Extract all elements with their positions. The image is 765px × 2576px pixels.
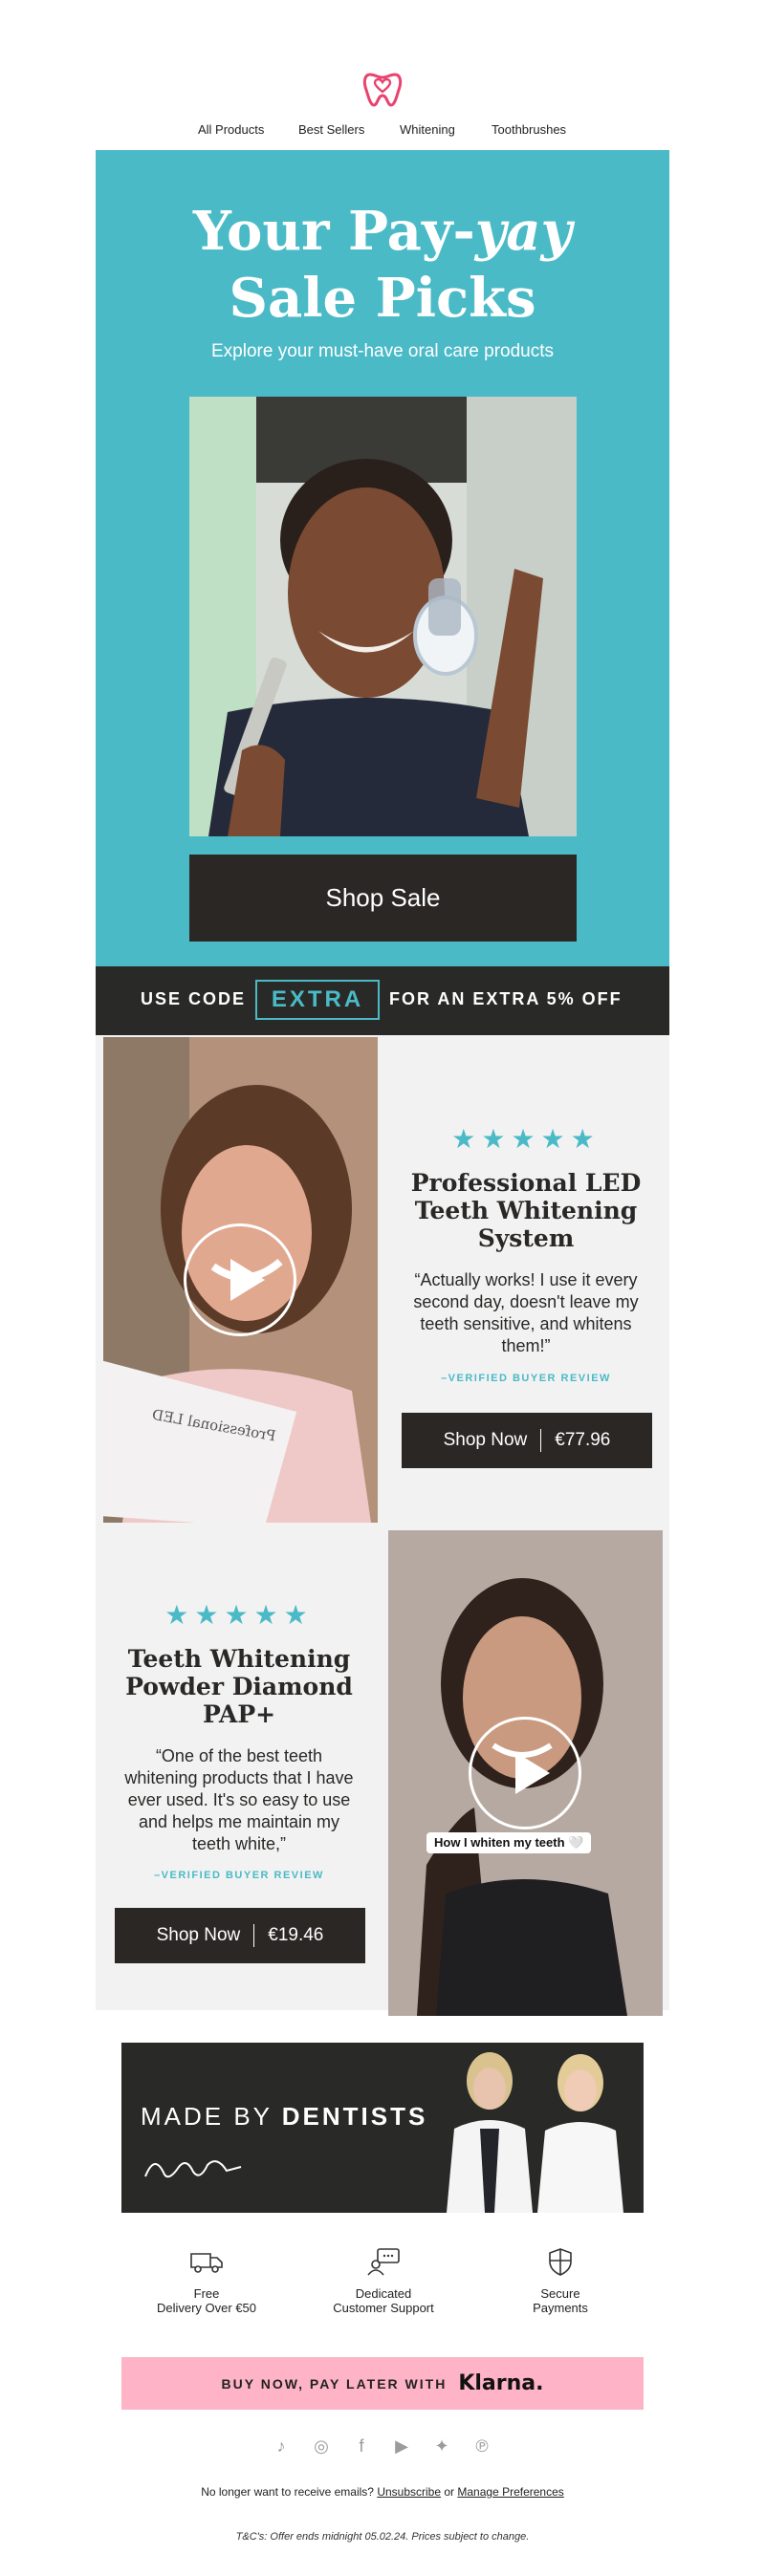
hero-section: Your Pay-yay Sale Picks Explore your mus…: [96, 150, 669, 966]
unsubscribe-link[interactable]: Unsubscribe: [377, 2485, 441, 2499]
unsub-or: or: [444, 2485, 455, 2499]
verified-label: –VERIFIED BUYER REVIEW: [441, 1373, 611, 1384]
product-video-thumbnail[interactable]: Professional LED: [103, 1037, 378, 1523]
brand-logo-icon[interactable]: [361, 67, 404, 111]
price: €19.46: [268, 1925, 324, 1945]
promo-code-bar: USE CODE EXTRA FOR AN EXTRA 5% OFF: [96, 966, 669, 1035]
truck-icon: [190, 2253, 223, 2273]
feature-line2: Delivery Over €50: [156, 2301, 257, 2315]
signature-icon: [144, 2160, 242, 2178]
features-row: Free Delivery Over €50 Dedicated Custome…: [0, 2246, 765, 2323]
verified-label: –VERIFIED BUYER REVIEW: [154, 1870, 324, 1881]
klarna-text: BUY NOW, PAY LATER WITH: [221, 2375, 448, 2392]
facebook-icon[interactable]: f: [351, 2435, 372, 2457]
dentists-photo: [447, 2052, 623, 2213]
rating-stars: ★★★★★: [164, 1600, 314, 1630]
youtube-icon[interactable]: ▶: [391, 2435, 412, 2457]
made-by-dentists-banner[interactable]: MADE BY DENTISTS: [121, 2043, 644, 2213]
feature-line2: Payments: [533, 2301, 588, 2315]
twitter-icon[interactable]: ✦: [431, 2435, 452, 2457]
feature-secure-payments: Secure Payments: [474, 2246, 646, 2315]
product-title[interactable]: Teeth Whitening Powder Diamond PAP+: [115, 1645, 363, 1728]
unsubscribe-line: No longer want to receive emails? Unsubs…: [0, 2485, 765, 2499]
shop-now-label: Shop Now: [156, 1925, 241, 1945]
shield-icon: [549, 2248, 572, 2276]
hero-title-line2: Sale Picks: [229, 267, 536, 330]
hero-photo-illustration: [189, 397, 577, 836]
unsub-prefix: No longer want to receive emails?: [201, 2485, 374, 2499]
manage-preferences-link[interactable]: Manage Preferences: [457, 2485, 563, 2499]
play-icon[interactable]: [184, 1223, 296, 1336]
price: €77.96: [555, 1430, 611, 1450]
video-caption: How I whiten my teeth 🤍: [426, 1832, 592, 1853]
social-links: ♪ ◎ f ▶ ✦ ℗: [0, 2435, 765, 2458]
main-nav: All Products Best Sellers Whitening Toot…: [0, 119, 765, 141]
terms-text: T&C's: Offer ends midnight 05.02.24. Pri…: [235, 2531, 530, 2543]
klarna-logo: Klarna.: [458, 2371, 544, 2395]
made-by-label: MADE BY: [141, 2102, 282, 2131]
product-info: ★★★★★ Professional LED Teeth Whitening S…: [382, 1035, 669, 1523]
promo-code[interactable]: EXTRA: [255, 980, 380, 1020]
nav-best-sellers[interactable]: Best Sellers: [298, 119, 364, 141]
hero-photo[interactable]: [189, 397, 577, 836]
button-divider: [253, 1924, 255, 1947]
nav-whitening[interactable]: Whitening: [400, 119, 455, 141]
product-video-thumbnail[interactable]: How I whiten my teeth 🤍: [388, 1530, 663, 2016]
promo-prefix: USE CODE: [141, 989, 247, 1008]
button-divider: [540, 1429, 542, 1452]
promo-suffix: FOR AN EXTRA 5% OFF: [389, 989, 623, 1008]
feature-free-delivery: Free Delivery Over €50: [120, 2246, 293, 2315]
shop-sale-button[interactable]: Shop Sale: [189, 855, 577, 942]
tiktok-icon[interactable]: ♪: [271, 2435, 292, 2457]
feature-customer-support: Dedicated Customer Support: [297, 2246, 470, 2315]
hero-title: Your Pay-yay Sale Picks: [96, 198, 669, 332]
klarna-banner[interactable]: BUY NOW, PAY LATER WITH Klarna.: [121, 2357, 644, 2410]
nav-toothbrushes[interactable]: Toothbrushes: [492, 119, 566, 141]
instagram-icon[interactable]: ◎: [311, 2435, 332, 2457]
play-icon[interactable]: [469, 1717, 581, 1829]
feature-line1: Secure: [540, 2286, 580, 2301]
feature-line2: Customer Support: [333, 2301, 434, 2315]
feature-line1: Dedicated: [355, 2286, 412, 2301]
rating-stars: ★★★★★: [451, 1124, 601, 1154]
review-quote: “One of the best teeth whitening product…: [124, 1746, 354, 1853]
feature-line1: Free: [193, 2286, 220, 2301]
product-card-led: Professional LED ★★★★★ Professional LED …: [96, 1035, 669, 1523]
shop-now-button[interactable]: Shop Now €19.46: [115, 1908, 365, 1963]
hero-title-part1: Your Pay-: [192, 200, 475, 263]
made-by-dentists-text: MADE BY DENTISTS: [141, 2102, 427, 2132]
hero-title-italic: yay: [474, 200, 573, 263]
shop-now-button[interactable]: Shop Now €77.96: [402, 1413, 652, 1468]
shop-now-label: Shop Now: [443, 1430, 528, 1450]
support-icon: [367, 2248, 400, 2276]
dentists-label: DENTISTS: [281, 2102, 428, 2131]
product-title[interactable]: Professional LED Teeth Whitening System: [402, 1169, 650, 1252]
product-card-powder: ★★★★★ Teeth Whitening Powder Diamond PAP…: [96, 1523, 669, 2016]
review-quote: “Actually works! I use it every second d…: [413, 1270, 639, 1355]
nav-all-products[interactable]: All Products: [198, 119, 264, 141]
pinterest-icon[interactable]: ℗: [471, 2435, 492, 2457]
product-info: ★★★★★ Teeth Whitening Powder Diamond PAP…: [96, 1523, 382, 2010]
hero-subtitle: Explore your must-have oral care product…: [211, 341, 554, 361]
